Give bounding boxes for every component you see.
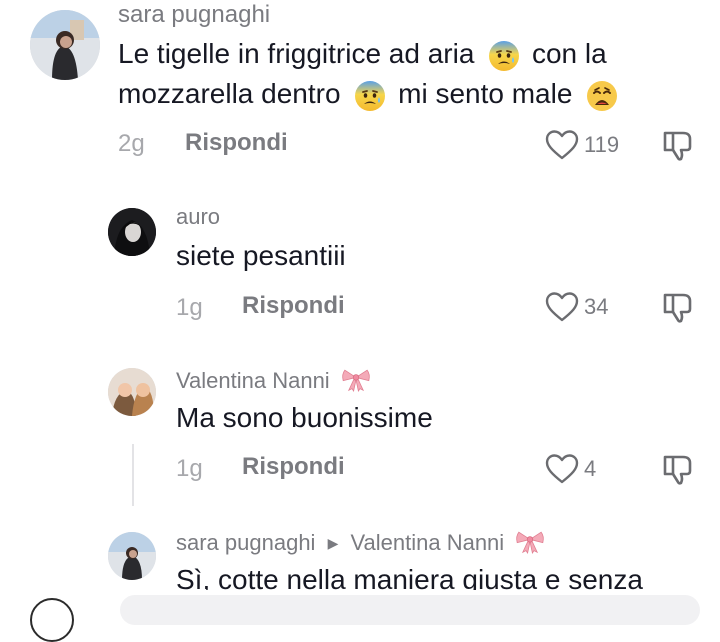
comment-text-line-1: Le tigelle in friggitrice ad aria con la — [118, 38, 607, 72]
reply-button[interactable]: Rispondi — [242, 292, 345, 320]
username-label: Valentina Nanni — [176, 368, 330, 393]
comment-timestamp: 1g — [176, 294, 203, 321]
comment-text: siete pesantiii — [176, 240, 346, 271]
avatar[interactable] — [30, 10, 100, 80]
ribbon-bow-emoji — [514, 528, 546, 554]
reply-to-label: Valentina Nanni — [350, 530, 505, 555]
comment-input[interactable] — [120, 595, 700, 625]
dislike-button[interactable] — [661, 128, 695, 167]
avatar-photo — [108, 208, 156, 256]
heart-outline-icon — [544, 291, 580, 323]
comment-text: con la — [531, 38, 607, 69]
thumbs-down-icon — [661, 128, 695, 162]
user-avatar[interactable] — [30, 598, 74, 642]
heart-outline-icon — [544, 453, 580, 485]
username-label: sara pugnaghi — [176, 530, 316, 555]
like-button[interactable]: 119 — [544, 129, 619, 161]
like-count: 34 — [584, 294, 609, 319]
avatar-photo — [108, 368, 156, 416]
comment-text: Le tigelle in friggitrice ad aria — [118, 38, 475, 69]
reply-button[interactable]: Rispondi — [185, 129, 288, 157]
triangle-right-icon: ▶ — [327, 535, 339, 551]
avatar[interactable] — [108, 532, 156, 580]
avatar[interactable] — [108, 208, 156, 256]
anxious-face-emoji — [488, 40, 520, 72]
comment-timestamp: 2g — [118, 130, 145, 157]
comment-username[interactable]: sara pugnaghi ▶ Valentina Nanni — [176, 528, 546, 556]
comment-username[interactable]: Valentina Nanni — [176, 366, 372, 394]
comment-text: mi sento male — [398, 78, 573, 109]
like-count: 119 — [584, 132, 620, 157]
like-button[interactable]: 4 — [544, 453, 596, 485]
anxious-face-emoji — [354, 80, 386, 112]
like-button[interactable]: 34 — [544, 291, 608, 323]
reply-button[interactable]: Rispondi — [242, 453, 345, 481]
thumbs-down-icon — [661, 290, 695, 324]
avatar-photo — [108, 532, 156, 580]
weary-face-emoji — [586, 80, 618, 112]
comment-text: mozzarella dentro — [118, 78, 341, 109]
dislike-button[interactable] — [661, 452, 695, 491]
like-count: 4 — [584, 456, 597, 481]
heart-outline-icon — [544, 129, 580, 161]
comment-text: Ma sono buonissime — [176, 402, 433, 433]
comment-username[interactable]: sara pugnaghi — [118, 1, 270, 29]
comment-timestamp: 1g — [176, 455, 203, 482]
comment-username[interactable]: auro — [176, 204, 220, 230]
ribbon-bow-emoji — [340, 366, 372, 392]
comment-text-line-2: mozzarella dentro mi sento male — [118, 78, 618, 112]
avatar[interactable] — [108, 368, 156, 416]
avatar-photo — [30, 10, 100, 80]
dislike-button[interactable] — [661, 290, 695, 329]
thread-line — [132, 444, 134, 506]
thumbs-down-icon — [661, 452, 695, 486]
